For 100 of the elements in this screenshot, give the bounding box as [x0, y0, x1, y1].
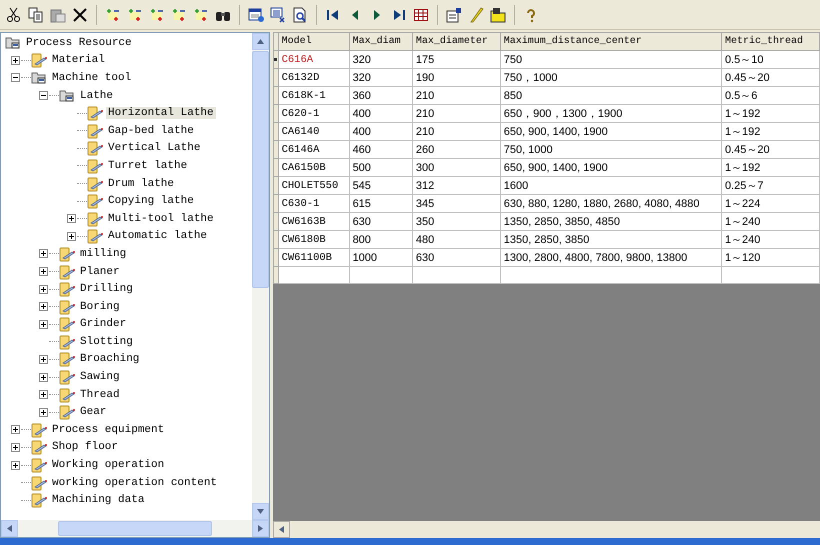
tree-item[interactable]: milling	[78, 248, 128, 260]
table-cell: CA6150B	[278, 158, 350, 176]
folder-pencil-icon	[87, 176, 103, 192]
vertical-scrollbar[interactable]	[252, 33, 269, 520]
horizontal-scrollbar[interactable]	[273, 521, 820, 538]
tree-item[interactable]: Gap-bed lathe	[106, 124, 196, 137]
expand-toggle[interactable]	[66, 232, 76, 241]
table-cell: 0.5～10	[721, 50, 820, 68]
table-cell: 545	[349, 176, 412, 194]
expand-toggle[interactable]	[38, 408, 48, 417]
table-cell: 1～120	[721, 248, 820, 266]
horizontal-scrollbar[interactable]	[1, 520, 269, 537]
folder-pencil-icon	[87, 105, 103, 122]
table-cell: 350	[412, 212, 500, 230]
collapse-toggle[interactable]	[38, 91, 48, 100]
expand-toggle[interactable]	[10, 442, 20, 452]
folder-pencil-icon	[87, 210, 103, 227]
expand-toggle[interactable]	[38, 354, 48, 364]
table-cell: 650, 900, 1400, 1900	[500, 122, 722, 140]
table-cell: 630	[349, 212, 412, 230]
tree-item[interactable]: Thread	[78, 388, 122, 401]
tree-item[interactable]: Machine tool	[50, 72, 134, 84]
table-cell: 312	[412, 176, 500, 194]
expand-toggle[interactable]	[10, 460, 20, 470]
table-delete-icon	[270, 6, 286, 22]
table-cell: C630-1	[278, 194, 350, 212]
folder-pencil-icon	[31, 439, 47, 456]
table-cell: 1350, 2850, 3850	[500, 230, 722, 248]
folder-pencil-icon	[31, 52, 47, 68]
collapse-toggle[interactable]	[10, 73, 20, 82]
tree-item[interactable]: working operation content	[50, 476, 220, 489]
expand-toggle[interactable]	[38, 320, 48, 329]
tree-item[interactable]: Machining data	[50, 494, 146, 506]
tree-item[interactable]: Slotting	[78, 336, 135, 348]
table-cell: 800	[349, 230, 412, 248]
column-header[interactable]: Max_diameter	[412, 32, 500, 50]
tree-item[interactable]: Automatic lathe	[106, 230, 210, 242]
expand-toggle[interactable]	[10, 425, 20, 434]
folder-pencil-icon	[31, 492, 47, 508]
table-cell: 0.5～6	[721, 86, 820, 104]
table-cell: 400	[349, 104, 412, 122]
table-cell: C620-1	[278, 104, 350, 122]
tree-item[interactable]: Drilling	[78, 283, 135, 296]
table-add-icon	[248, 6, 264, 22]
expand-toggle[interactable]	[66, 214, 76, 224]
tree-item[interactable]: Horizontal Lathe	[106, 107, 216, 120]
table-cell: 480	[412, 230, 500, 248]
tree-item[interactable]: Broaching	[78, 353, 142, 366]
column-header[interactable]: Maximum_distance_center	[500, 32, 722, 50]
folder-pencil-icon	[31, 474, 47, 491]
copy-icon	[28, 6, 44, 22]
expand-toggle[interactable]	[10, 56, 20, 65]
table-cell: 210	[412, 86, 500, 104]
paste-icon	[50, 6, 66, 22]
table-cell: 750，1000	[500, 68, 722, 86]
column-header[interactable]: Max_diam	[349, 32, 412, 50]
tree-item[interactable]: Sawing	[78, 371, 122, 384]
table-cell: 400	[349, 122, 412, 140]
tree-item[interactable]: Copying lathe	[106, 195, 196, 208]
tree-item[interactable]: Vertical Lathe	[106, 142, 202, 154]
table-cell: 850	[500, 86, 722, 104]
tree-item[interactable]: Process equipment	[50, 424, 166, 436]
tree-item[interactable]: Boring	[78, 300, 122, 313]
expand-toggle[interactable]	[38, 390, 48, 400]
expand-toggle[interactable]	[38, 249, 48, 258]
table-cell: 1～240	[721, 230, 820, 248]
tree-item[interactable]: Process Resource	[24, 36, 134, 49]
row-header[interactable]	[274, 50, 278, 68]
table-cell: 1600	[500, 176, 722, 194]
tree-item[interactable]: Shop floor	[50, 441, 120, 454]
arrow-icon	[278, 526, 285, 533]
expand-toggle[interactable]	[38, 302, 48, 312]
expand-toggle[interactable]	[38, 267, 48, 276]
pencil-icon	[468, 6, 484, 22]
column-header[interactable]: Model	[278, 32, 350, 50]
table-cell: 1～192	[721, 158, 820, 176]
table-cell: C616A	[278, 50, 350, 68]
tree-item[interactable]: Planer	[78, 266, 122, 278]
delete-icon	[72, 6, 88, 22]
tree-item[interactable]: Gear	[78, 406, 108, 418]
table-cell: 1350, 2850, 3850, 4850	[500, 212, 722, 230]
table-cell: 630	[412, 248, 500, 266]
expand-toggle[interactable]	[38, 372, 48, 382]
preview-icon	[292, 6, 308, 22]
table-cell: C618K-1	[278, 86, 350, 104]
tree-item[interactable]: Drum lathe	[106, 178, 176, 190]
arrow-icon	[257, 38, 264, 45]
expand-toggle[interactable]	[38, 284, 48, 294]
table-cell: 320	[349, 68, 412, 86]
tree-item[interactable]: Multi-tool lathe	[106, 212, 216, 225]
tree-item[interactable]: Material	[50, 54, 107, 66]
tree-item[interactable]: Turret lathe	[106, 160, 190, 172]
grid-icon	[413, 6, 429, 22]
column-header[interactable]: Metric_thread	[721, 32, 820, 50]
tree-item[interactable]: Lathe	[78, 90, 116, 102]
table-cell: 460	[349, 140, 412, 158]
folder-pencil-icon	[59, 298, 75, 315]
tree-item[interactable]: Working operation	[50, 459, 166, 472]
tree-item[interactable]: Grinder	[78, 318, 128, 330]
table-cell: 1～192	[721, 104, 820, 122]
